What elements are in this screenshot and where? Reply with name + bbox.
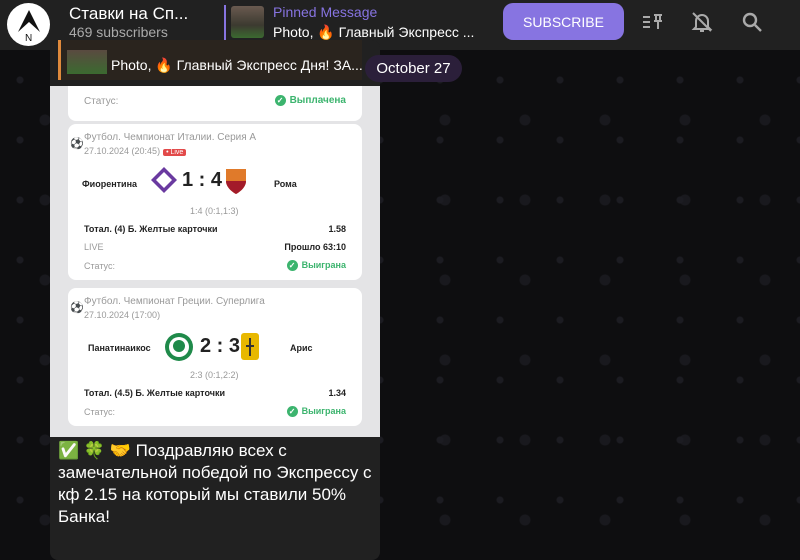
search-icon[interactable] xyxy=(740,10,764,34)
home-team: Панатинаикос xyxy=(88,343,151,353)
home-team: Фиорентина xyxy=(82,179,138,189)
message-photo[interactable]: Статус: ✓ Выплачена ⚽ Футбол. Чемпионат И… xyxy=(50,86,380,437)
match-datetime: 27.10.2024 (20:45) • Live xyxy=(84,146,187,156)
reply-preview[interactable]: Photo, 🔥 Главный Экспресс Дня! ЗА... xyxy=(58,40,363,80)
bet-type: Тотал. (4) Б. Желтые карточки xyxy=(84,224,218,234)
reply-thumbnail xyxy=(67,50,107,74)
status-label: Статус: xyxy=(84,407,115,417)
subscribe-button[interactable]: SUBSCRIBE xyxy=(503,3,624,40)
live-label: LIVE xyxy=(84,242,104,252)
status-value: ✓ Выплачена xyxy=(274,95,346,106)
status-label: Статус: xyxy=(84,96,119,107)
message-caption: ✅ 🍀 🤝 Поздравляю всех с замечательной по… xyxy=(58,441,372,526)
bet-card-summary: Статус: ✓ Выплачена xyxy=(68,86,362,121)
bet-card-match: ⚽ Футбол. Чемпионат Греции. Суперлига 27… xyxy=(68,288,362,426)
score-detail: 1:4 (0:1,1:3) xyxy=(190,206,239,216)
aris-logo xyxy=(241,333,259,360)
check-icon: ✓ xyxy=(286,406,298,417)
bet-type: Тотал. (4.5) Б. Желтые карточки xyxy=(84,388,225,398)
pinned-title[interactable]: Pinned Message xyxy=(273,4,377,20)
odds: 1.34 xyxy=(328,388,346,398)
elapsed-time: Прошло 63:10 xyxy=(284,242,346,252)
status-label: Статус: xyxy=(84,261,115,271)
soccer-ball-icon: ⚽ xyxy=(70,138,84,150)
check-icon: ✓ xyxy=(274,95,286,106)
score: 2 : 3 xyxy=(200,335,241,357)
score: 1 : 4 xyxy=(182,169,223,191)
pinned-text[interactable]: Photo, 🔥 Главный Экспресс ... xyxy=(273,24,474,41)
soccer-ball-icon: ⚽ xyxy=(70,302,84,314)
reply-text: Photo, 🔥 Главный Экспресс Дня! ЗА... xyxy=(111,57,363,73)
check-icon: ✓ xyxy=(286,260,298,271)
status-value: ✓ Выиграна xyxy=(286,406,346,417)
live-badge: • Live xyxy=(163,149,187,156)
bet-card-match: ⚽ Футбол. Чемпионат Италии. Серия А 27.1… xyxy=(68,124,362,280)
match-datetime: 27.10.2024 (17:00) xyxy=(84,310,161,320)
channel-message: Photo, 🔥 Главный Экспресс Дня! ЗА... Ста… xyxy=(50,40,380,560)
subscriber-count: 469 subscribers xyxy=(69,24,168,40)
away-team: Рома xyxy=(274,179,297,189)
pinned-indicator xyxy=(224,5,226,43)
panathinaikos-logo xyxy=(165,333,193,361)
pinned-list-icon[interactable] xyxy=(641,10,665,34)
channel-avatar[interactable]: N xyxy=(7,3,50,46)
league: Футбол. Чемпионат Греции. Суперлига xyxy=(84,296,265,307)
roma-logo xyxy=(226,169,246,194)
channel-title[interactable]: Ставки на Сп... xyxy=(69,4,188,24)
status-value: ✓ Выиграна xyxy=(286,260,346,271)
bell-off-icon[interactable] xyxy=(690,10,714,34)
fiorentina-logo xyxy=(151,167,177,193)
away-team: Арис xyxy=(290,343,313,353)
odds: 1.58 xyxy=(328,224,346,234)
score-detail: 2:3 (0:1,2:2) xyxy=(190,370,239,380)
league: Футбол. Чемпионат Италии. Серия А xyxy=(84,132,257,143)
date-pill: October 27 xyxy=(365,55,462,82)
svg-text:N: N xyxy=(25,33,32,42)
pinned-thumbnail[interactable] xyxy=(231,6,264,38)
